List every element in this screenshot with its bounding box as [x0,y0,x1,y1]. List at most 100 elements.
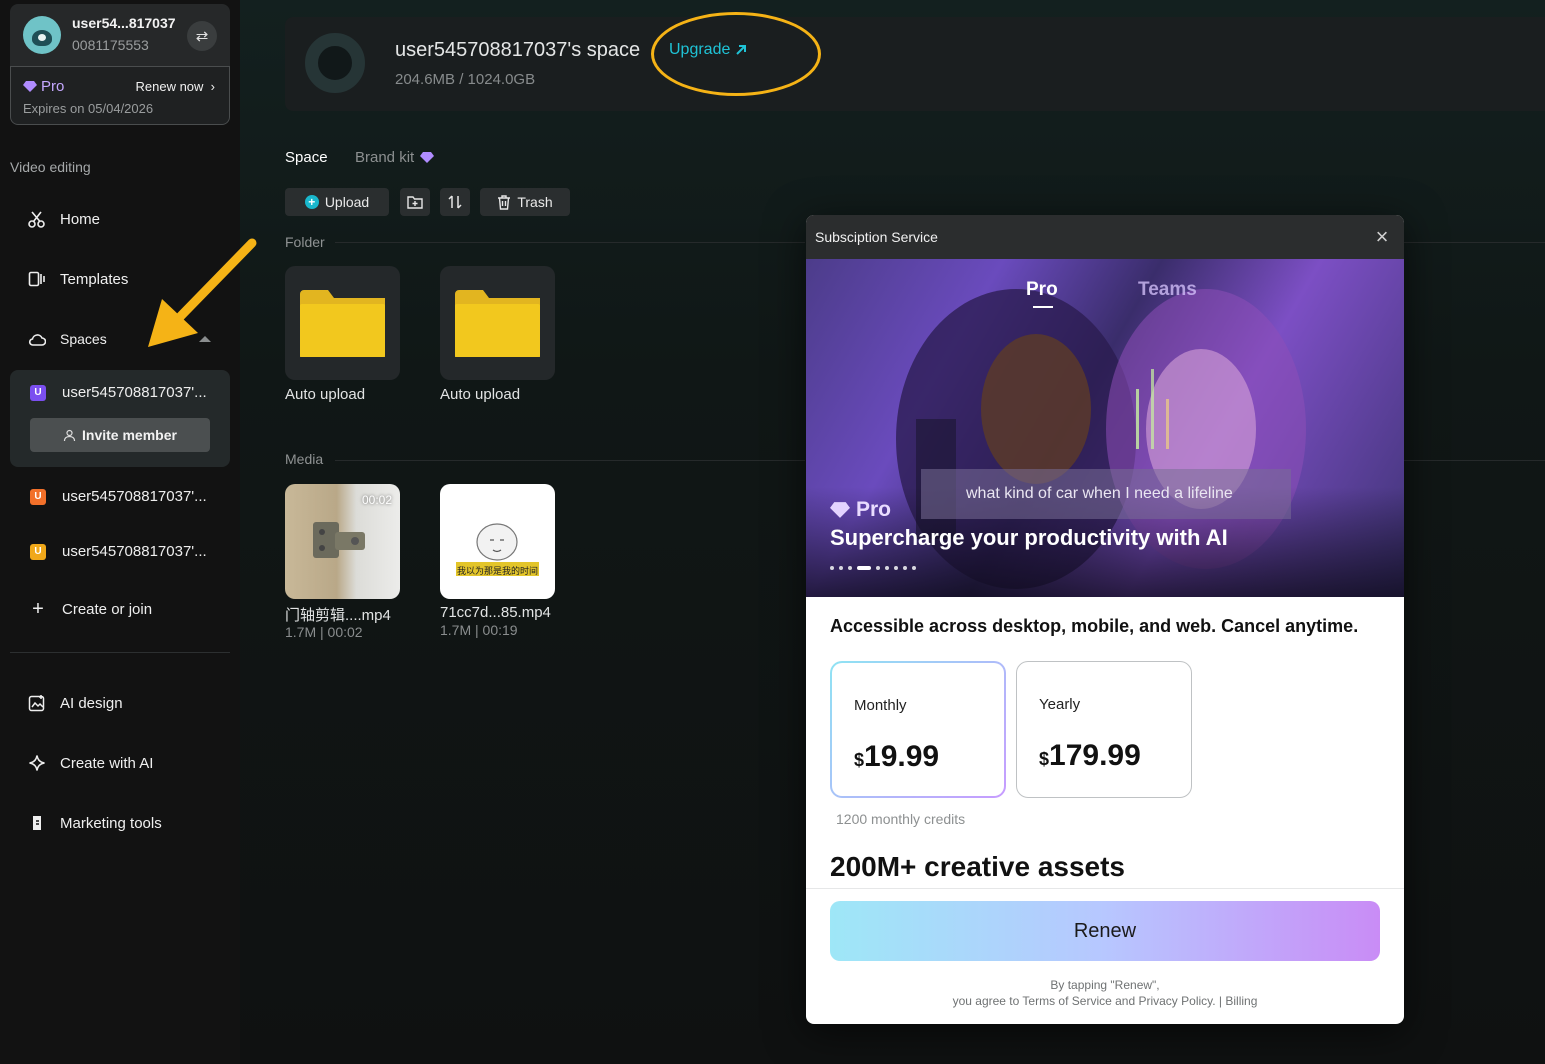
terms-text: By tapping "Renew", you agree to Terms o… [806,977,1404,1009]
storage-ring [305,33,365,93]
nav-templates[interactable]: Templates [28,270,128,288]
invite-member-button[interactable]: Invite member [30,418,210,452]
space-label: user545708817037'... [62,384,207,401]
divider [1404,460,1545,461]
plan-price: $179.99 [1039,739,1141,772]
create-or-join-button[interactable]: + Create or join [30,598,152,621]
nav-ai-design[interactable]: AI design [28,694,123,712]
divider [10,652,230,653]
subscription-modal: Subsciption Service × Pro Teams what kin… [806,215,1404,1024]
assets-text: 200M+ creative assets [830,851,1125,882]
highlight-circle [651,12,821,96]
close-icon[interactable]: × [1372,226,1392,248]
plan-price: $19.99 [854,740,940,773]
expires-text: Expires on 05/04/2026 [23,101,154,116]
access-text: Accessible across desktop, mobile, and w… [830,616,1359,636]
scissors-icon [28,210,46,228]
person-icon [63,429,76,441]
marketing-icon [28,814,46,832]
tab-space[interactable]: Space [285,149,328,166]
divider [335,460,805,461]
gem-icon [830,502,850,518]
plan-name: Yearly [1039,696,1081,713]
gem-icon [23,81,37,92]
new-folder-button[interactable] [400,188,430,216]
carousel-dots[interactable] [830,566,916,570]
meme-caption: 我以为那是我的时间 [456,566,538,576]
templates-icon [28,270,46,288]
cloud-icon [28,330,46,348]
folder-name: Auto upload [440,386,521,403]
user-id: 0081175553 [72,37,149,53]
folder-name: Auto upload [285,386,366,403]
space-title: user545708817037's space [395,39,641,61]
nav-label: Marketing tools [60,814,162,832]
plus-icon: + [304,195,319,209]
plan-name: Monthly [854,697,907,714]
trash-icon [498,194,511,210]
folder-card[interactable] [285,266,400,380]
space-item-2[interactable]: U user545708817037'... [30,488,207,505]
media-thumbnail[interactable]: 00:02 [285,484,400,599]
user-name: user54...817037 [72,15,176,31]
upload-button[interactable]: + Upload [285,188,389,216]
terms-links[interactable]: you agree to Terms of Service and Privac… [806,993,1404,1009]
divider [335,242,805,243]
renew-now-link[interactable]: Renew now › [136,79,216,94]
tab-brand-kit[interactable]: Brand kit [355,149,435,166]
space-label: user545708817037'... [62,543,207,560]
plan-yearly[interactable]: Yearly $179.99 [1016,661,1192,798]
space-badge: U [30,384,46,401]
nav-create-with-ai[interactable]: Create with AI [28,754,153,772]
space-badge: U [30,543,46,560]
sparkle-icon [28,754,46,772]
divider [806,888,1404,889]
duration-label: 00:02 [361,493,392,507]
switch-account-button[interactable]: ⇄ [187,21,217,51]
user-card: user54...817037 0081175553 ⇄ Pro Renew n… [10,4,230,125]
plan-monthly[interactable]: Monthly $19.99 [830,661,1006,798]
media-section-label: Media [285,451,324,467]
nav-home[interactable]: Home [28,210,100,228]
swap-icon: ⇄ [195,28,209,45]
tab-underline [1033,306,1053,308]
video-caption: what kind of car when I need a lifeline [966,485,1233,502]
media-thumbnail[interactable]: 我以为那是我的时间 [440,484,555,599]
nav-label: AI design [60,694,123,712]
folder-icon [300,290,385,357]
hero-banner: Pro Teams what kind of car when I need a… [806,259,1404,597]
trash-button[interactable]: Trash [480,188,570,216]
renew-button[interactable]: Renew [830,901,1380,961]
pro-status-box[interactable]: Pro Renew now › Expires on 05/04/2026 [10,66,230,125]
nav-spaces[interactable]: Spaces [28,330,107,348]
plan-label: Pro [41,78,65,95]
avatar[interactable] [23,16,61,54]
divider [1404,242,1545,243]
sort-icon [448,195,462,209]
folder-icon [455,290,540,357]
tab-teams[interactable]: Teams [1138,279,1197,301]
space-header: user545708817037's space 204.6MB / 1024.… [285,17,1545,111]
pro-badge: Pro [23,78,64,95]
plus-icon: + [32,598,44,620]
space-item-3[interactable]: U user545708817037'... [30,543,207,560]
space-badge: U [30,488,46,505]
folder-card[interactable] [440,266,555,380]
meme-image [456,523,539,576]
credits-text: 1200 monthly credits [836,811,966,827]
media-name: 门轴剪辑....mp4 [285,607,391,624]
section-title: Video editing [10,159,91,175]
nav-label: Create with AI [60,754,154,772]
nav-marketing-tools[interactable]: Marketing tools [28,814,162,832]
hero-headline: Supercharge your productivity with AI [830,525,1228,550]
tab-pro[interactable]: Pro [1026,279,1058,301]
sort-button[interactable] [440,188,470,216]
media-meta: 1.7M | 00:02 [285,624,363,640]
nav-label: Templates [60,270,129,288]
hero-pro-label: Pro [830,498,891,522]
modal-header: Subsciption Service × [806,215,1404,259]
storage-usage: 204.6MB / 1024.0GB [395,71,536,88]
folder-section-label: Folder [285,234,325,250]
nav-label: Spaces [60,331,107,347]
space-item-1[interactable]: U user545708817037'... [30,384,207,401]
